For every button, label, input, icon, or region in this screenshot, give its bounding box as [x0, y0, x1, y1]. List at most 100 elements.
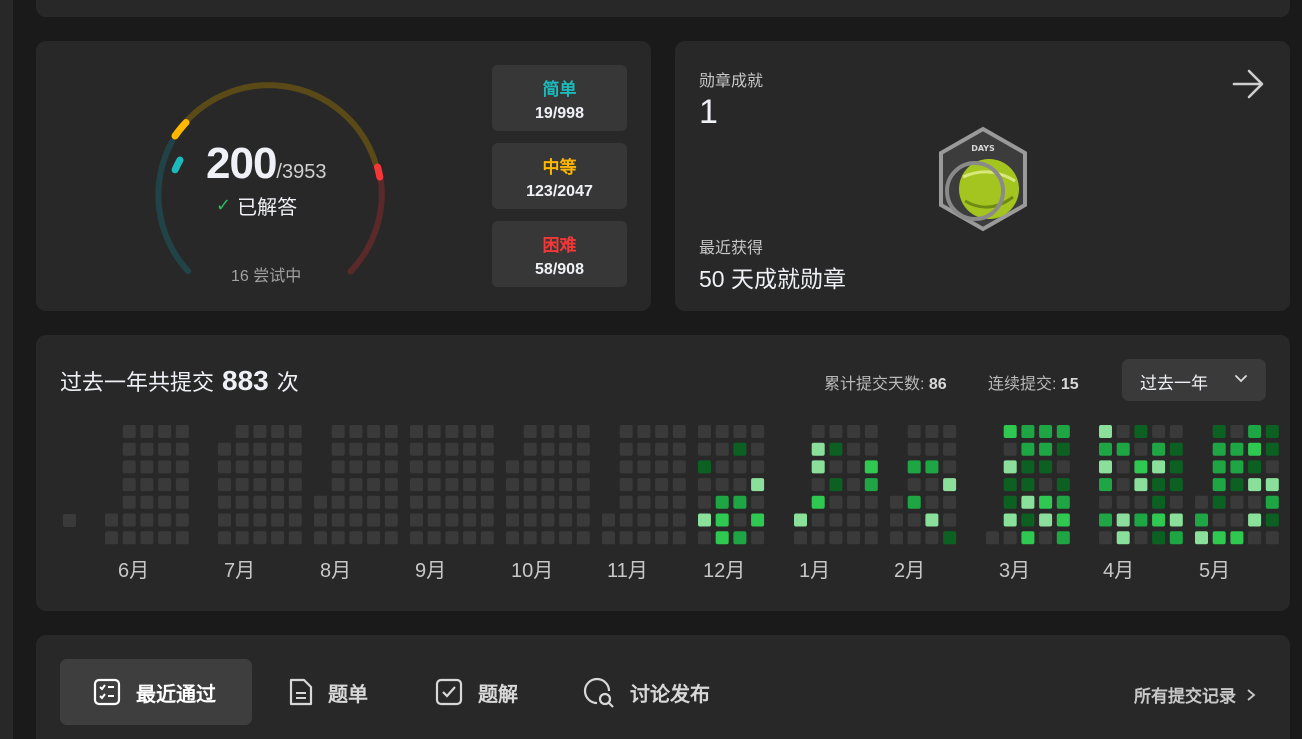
heatmap-cell[interactable] — [751, 495, 765, 509]
tab-discussions[interactable]: 讨论发布 — [582, 659, 710, 725]
heatmap-cell[interactable] — [655, 478, 669, 492]
heatmap-cell[interactable] — [847, 442, 861, 456]
heatmap-cell[interactable] — [829, 513, 843, 527]
heatmap-cell[interactable] — [751, 442, 765, 456]
heatmap-cell[interactable] — [523, 495, 537, 509]
heatmap-cell[interactable] — [1212, 531, 1226, 545]
heatmap-cell[interactable] — [506, 478, 519, 492]
heatmap-cell[interactable] — [559, 513, 573, 527]
heatmap-cell[interactable] — [602, 513, 615, 527]
heatmap-cell[interactable] — [1230, 425, 1244, 438]
heatmap-cell[interactable] — [1003, 513, 1017, 527]
heatmap-cell[interactable] — [637, 495, 651, 509]
heatmap-cell[interactable] — [864, 531, 878, 545]
heatmap-cell[interactable] — [672, 442, 686, 456]
heatmap-cell[interactable] — [288, 442, 302, 456]
heatmap-cell[interactable] — [331, 460, 345, 474]
heatmap-cell[interactable] — [1169, 513, 1183, 527]
heatmap-cell[interactable] — [1003, 460, 1017, 474]
heatmap-cell[interactable] — [1248, 442, 1262, 456]
heatmap-cell[interactable] — [1248, 478, 1262, 492]
heatmap-cell[interactable] — [1265, 531, 1279, 545]
heatmap-cell[interactable] — [576, 460, 590, 474]
heatmap-cell[interactable] — [253, 513, 267, 527]
heatmap-cell[interactable] — [158, 425, 172, 438]
heatmap-cell[interactable] — [122, 425, 136, 438]
all-submissions-link[interactable]: 所有提交记录 — [1134, 682, 1256, 707]
heatmap-cell[interactable] — [1116, 531, 1130, 545]
heatmap-cell[interactable] — [1134, 531, 1148, 545]
heatmap-cell[interactable] — [751, 478, 765, 492]
heatmap-cell[interactable] — [331, 513, 345, 527]
heatmap-cell[interactable] — [925, 442, 939, 456]
heatmap-cell[interactable] — [1003, 531, 1017, 545]
heatmap-cell[interactable] — [288, 425, 302, 438]
heatmap-cell[interactable] — [1212, 495, 1226, 509]
heatmap-cell[interactable] — [1039, 425, 1053, 438]
heatmap-cell[interactable] — [218, 495, 231, 509]
heatmap-cell[interactable] — [218, 531, 231, 545]
heatmap-cell[interactable] — [122, 460, 136, 474]
heatmap-cell[interactable] — [1248, 495, 1262, 509]
heatmap-cell[interactable] — [1152, 478, 1166, 492]
heatmap-cell[interactable] — [672, 478, 686, 492]
heatmap-cell[interactable] — [367, 478, 381, 492]
heatmap-cell[interactable] — [253, 478, 267, 492]
medium-box[interactable]: 中等 123/2047 — [492, 143, 627, 209]
heatmap-cell[interactable] — [794, 531, 807, 545]
heatmap-cell[interactable] — [1265, 495, 1279, 509]
heatmap-cell[interactable] — [907, 478, 921, 492]
tab-lists[interactable]: 题单 — [288, 659, 368, 725]
heatmap-cell[interactable] — [349, 478, 363, 492]
heatmap-cell[interactable] — [506, 513, 519, 527]
heatmap-cell[interactable] — [829, 442, 843, 456]
heatmap-cell[interactable] — [715, 460, 729, 474]
heatmap-cell[interactable] — [541, 495, 555, 509]
heatmap-cell[interactable] — [1152, 513, 1166, 527]
heatmap-cell[interactable] — [122, 531, 136, 545]
heatmap-cell[interactable] — [619, 478, 633, 492]
heatmap-cell[interactable] — [235, 425, 249, 438]
heatmap-cell[interactable] — [140, 442, 154, 456]
heatmap-cell[interactable] — [271, 531, 285, 545]
heatmap-cell[interactable] — [445, 478, 459, 492]
heatmap-cell[interactable] — [1265, 442, 1279, 456]
heatmap-cell[interactable] — [1116, 425, 1130, 438]
heatmap-cell[interactable] — [122, 495, 136, 509]
heatmap-cell[interactable] — [1003, 425, 1017, 438]
heatmap-cell[interactable] — [541, 531, 555, 545]
heatmap-cell[interactable] — [235, 460, 249, 474]
heatmap-cell[interactable] — [349, 460, 363, 474]
heatmap-cell[interactable] — [218, 460, 231, 474]
heatmap-cell[interactable] — [1099, 460, 1112, 474]
heatmap-cell[interactable] — [733, 425, 747, 438]
heatmap-cell[interactable] — [367, 495, 381, 509]
heatmap-cell[interactable] — [733, 478, 747, 492]
heatmap-cell[interactable] — [1169, 478, 1183, 492]
heatmap-cell[interactable] — [523, 460, 537, 474]
heatmap-cell[interactable] — [1230, 513, 1244, 527]
heatmap-cell[interactable] — [367, 442, 381, 456]
heatmap-cell[interactable] — [576, 495, 590, 509]
heatmap-cell[interactable] — [288, 531, 302, 545]
heatmap-cell[interactable] — [410, 442, 423, 456]
heatmap-cell[interactable] — [1039, 478, 1053, 492]
heatmap-cell[interactable] — [698, 478, 711, 492]
heatmap-cell[interactable] — [1230, 531, 1244, 545]
heatmap-cell[interactable] — [943, 513, 957, 527]
heatmap-cell[interactable] — [1212, 425, 1226, 438]
heatmap-cell[interactable] — [506, 531, 519, 545]
heatmap-cell[interactable] — [751, 425, 765, 438]
heatmap-cell[interactable] — [1116, 513, 1130, 527]
heatmap-cell[interactable] — [733, 460, 747, 474]
heatmap-cell[interactable] — [463, 425, 477, 438]
heatmap-cell[interactable] — [1039, 495, 1053, 509]
heatmap-cell[interactable] — [655, 531, 669, 545]
heatmap-cell[interactable] — [480, 495, 494, 509]
heatmap-cell[interactable] — [288, 478, 302, 492]
heatmap-cell[interactable] — [1152, 460, 1166, 474]
heatmap-cell[interactable] — [1099, 425, 1112, 438]
heatmap-cell[interactable] — [943, 478, 957, 492]
heatmap-cell[interactable] — [480, 460, 494, 474]
heatmap-cell[interactable] — [331, 425, 345, 438]
